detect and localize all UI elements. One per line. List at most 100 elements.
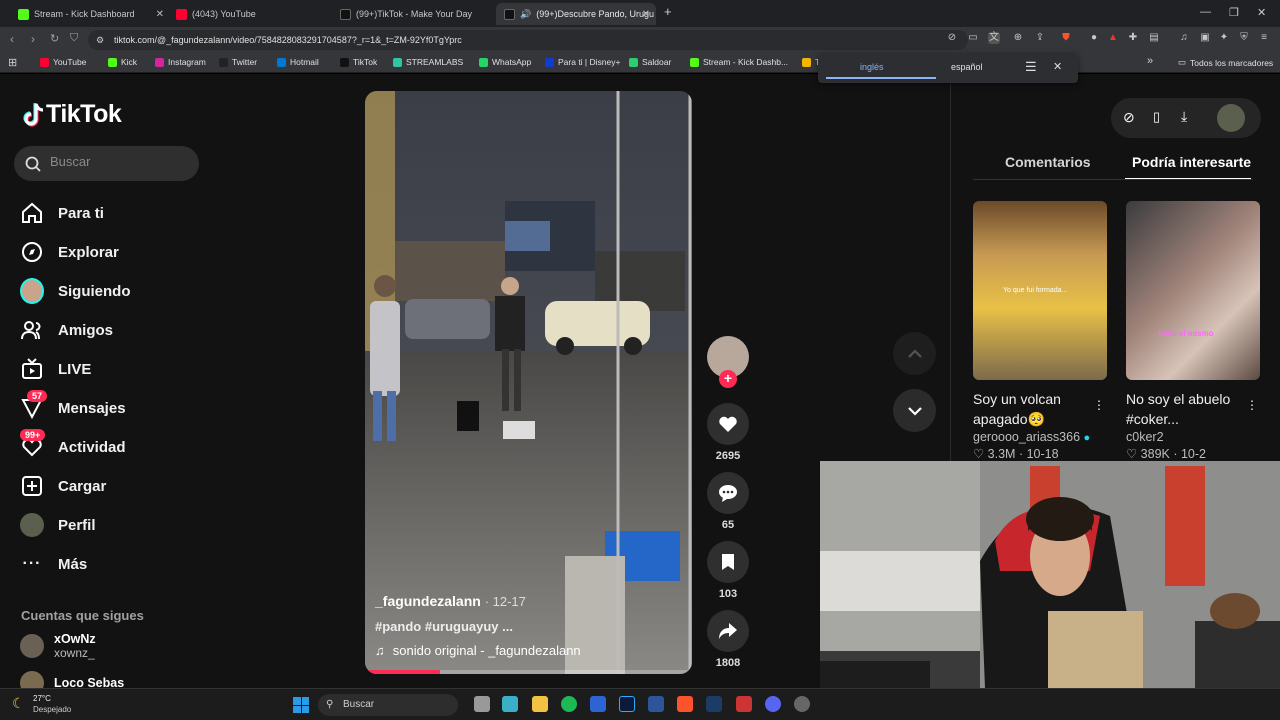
follow-plus-icon[interactable]: + (719, 370, 737, 388)
close-icon[interactable]: ✕ (642, 9, 650, 20)
vpn-icon[interactable]: ⛨ (1238, 32, 1250, 44)
tab-kick[interactable]: Stream - Kick Dashboard ✕ (10, 3, 170, 25)
nav-item-para-ti[interactable]: Para ti (20, 198, 104, 228)
close-window-icon[interactable]: ✕ (1257, 6, 1266, 19)
bookmark-item[interactable]: Instagram (155, 57, 206, 67)
bookmark-item[interactable]: Para ti | Disney+ (545, 57, 620, 67)
spotify-icon[interactable] (561, 696, 577, 712)
nav-item-siguiendo[interactable]: Siguiendo (20, 276, 131, 306)
translate-language-english[interactable]: inglés (860, 62, 884, 72)
tab-youtube[interactable]: (4043) YouTube (168, 3, 330, 25)
leo-icon[interactable]: ✦ (1218, 32, 1230, 44)
bookmark-item[interactable]: Hotmail (277, 57, 319, 67)
app-icon[interactable] (736, 696, 752, 712)
weather-temp[interactable]: 27°C (33, 694, 51, 703)
share-button[interactable]: 1808 (707, 610, 749, 669)
search-box[interactable] (14, 146, 199, 181)
tab-comments[interactable]: Comentarios (1005, 154, 1091, 170)
bookmark-item[interactable]: WhatsApp (479, 57, 531, 67)
more-options-icon[interactable]: ⋮ (1093, 398, 1105, 412)
device-icon[interactable]: ▯ (1153, 109, 1160, 125)
file-explorer-icon[interactable] (532, 696, 548, 712)
notes-app-icon[interactable] (502, 696, 518, 712)
following-account[interactable]: xOwNz xownz_ (20, 632, 96, 660)
bookmark-item[interactable]: STREAMLABS (393, 57, 463, 67)
previous-video-button[interactable] (893, 332, 936, 375)
puzzle-icon[interactable]: ✚ (1127, 32, 1139, 44)
bookmark-item[interactable]: YouTube (40, 57, 86, 67)
restore-icon[interactable]: ❐ (1229, 6, 1239, 19)
compass-icon[interactable]: ⊘ (1123, 109, 1135, 126)
zoom-icon[interactable]: ⊕ (1012, 32, 1024, 44)
bookmark-icon[interactable]: ⛉ (70, 32, 78, 45)
close-icon[interactable]: ✕ (1053, 60, 1062, 73)
extension-icon[interactable]: ⊘ (946, 32, 958, 44)
video-progress-bar[interactable] (365, 670, 692, 674)
new-tab-icon[interactable]: + (664, 4, 672, 19)
suggested-video-card[interactable]: tenia el mismo No soy el abuelo #coker..… (1126, 201, 1260, 461)
video-sound[interactable]: sonido original - _fagundezalann (393, 643, 581, 658)
close-icon[interactable]: ✕ (156, 9, 164, 20)
nav-item-actividad[interactable]: 99+ Actividad (20, 429, 126, 462)
search-input[interactable] (50, 154, 190, 169)
brave-browser-icon[interactable] (677, 696, 693, 712)
bookmark-item[interactable]: TikTok (340, 57, 377, 67)
site-info-icon[interactable]: ⚙ (96, 30, 104, 50)
video-hashtags[interactable]: #pando #uruguayuy ... (375, 619, 675, 634)
video-player[interactable]: _fagundezalann · 12-17 #pando #uruguayuy… (365, 91, 692, 674)
video-author[interactable]: _fagundezalann (375, 593, 481, 609)
forward-icon[interactable]: › (31, 32, 35, 46)
brave-shield-icon[interactable]: ⛊ (1060, 32, 1072, 44)
settings-icon[interactable] (794, 696, 810, 712)
extension-icon[interactable]: ▲ (1107, 32, 1119, 44)
discord-icon[interactable] (765, 696, 781, 712)
next-video-button[interactable] (893, 389, 936, 432)
bookmark-item[interactable]: Twitter (219, 57, 257, 67)
back-icon[interactable]: ‹ (10, 32, 14, 46)
nav-item-perfil[interactable]: Perfil (20, 510, 96, 540)
more-bookmarks-icon[interactable]: » (1147, 55, 1153, 67)
translate-language-spanish[interactable]: español (951, 62, 983, 72)
creator-avatar-button[interactable]: + (707, 336, 749, 388)
minimize-icon[interactable]: — (1200, 6, 1211, 18)
wallet-icon[interactable]: ▣ (1199, 32, 1211, 44)
tab-active-pando[interactable]: 🔊 (99+)Descubre Pando, Urugu ✕ (496, 3, 656, 25)
user-avatar[interactable] (1217, 104, 1245, 132)
photoshop-icon[interactable] (619, 696, 635, 712)
word-icon[interactable] (648, 696, 664, 712)
apps-icon[interactable]: ⊞ (8, 56, 17, 69)
reload-icon[interactable]: ↻ (50, 32, 59, 45)
vegas-icon[interactable] (590, 696, 606, 712)
nav-item-mensajes[interactable]: 57 Mensajes (20, 390, 126, 423)
suggested-video-card[interactable]: Yo que fui formada... Soy un volcan apag… (973, 201, 1107, 461)
more-options-icon[interactable]: ⋮ (1246, 398, 1258, 412)
tab-tiktok[interactable]: (99+)TikTok - Make Your Day (332, 3, 494, 25)
menu-icon[interactable]: ≡ (1258, 32, 1270, 44)
url-field[interactable]: ⚙ tiktok.com/@_fagundezalann/video/75848… (88, 30, 968, 50)
tab-suggested[interactable]: Podría interesarte (1132, 154, 1251, 170)
bookmark-item[interactable]: Kick (108, 57, 137, 67)
save-button[interactable]: 103 (707, 541, 749, 600)
taskbar-search[interactable]: ⚲ Buscar (318, 694, 458, 716)
tiktok-logo[interactable]: TikTok (22, 100, 122, 129)
options-menu-icon[interactable]: ☰ (1025, 59, 1037, 75)
bookmark-item[interactable]: Stream - Kick Dashb... (690, 57, 788, 67)
nav-item-mas[interactable]: ··· Más (20, 549, 88, 579)
comment-button[interactable]: 65 (707, 472, 749, 531)
download-icon[interactable]: ⤓ (1181, 108, 1187, 125)
nav-item-cargar[interactable]: Cargar (20, 471, 106, 501)
cast-icon[interactable]: ▭ (967, 32, 979, 44)
windows-start-icon[interactable] (293, 697, 309, 713)
like-button[interactable]: 2695 (707, 403, 749, 462)
translate-icon[interactable]: 文 (988, 32, 1000, 44)
sidebar-icon[interactable]: ▤ (1148, 32, 1160, 44)
share-icon[interactable]: ⇪ (1034, 32, 1046, 44)
bookmark-item[interactable]: Saldoar (629, 57, 671, 67)
bookmarks-folder[interactable]: ▭ Todos los marcadores (1178, 57, 1273, 68)
nav-item-amigos[interactable]: Amigos (20, 315, 113, 345)
nav-item-live[interactable]: LIVE (20, 354, 91, 384)
task-view-icon[interactable] (474, 696, 490, 712)
steam-icon[interactable] (706, 696, 722, 712)
music-icon[interactable]: ♫ (1178, 32, 1190, 44)
extension-icon[interactable]: ● (1088, 32, 1100, 44)
